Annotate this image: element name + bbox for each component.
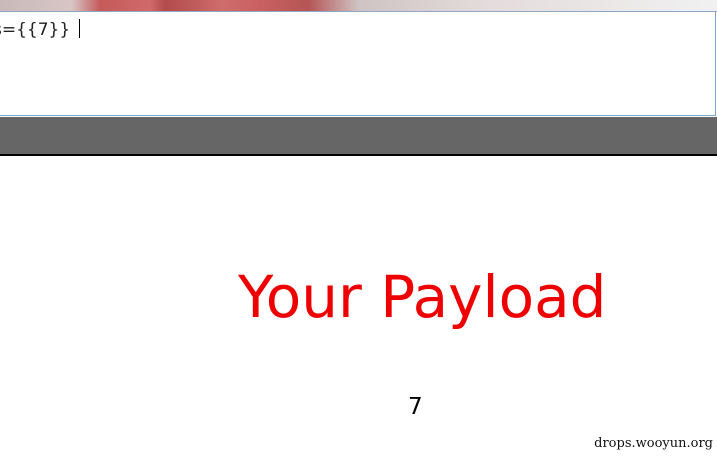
header-background-image bbox=[0, 0, 717, 12]
result-title: Your Payload bbox=[238, 263, 607, 331]
page: s={{7}} Your Payload 7 drops.wooyun.org bbox=[0, 0, 717, 457]
divider bbox=[0, 154, 717, 156]
payload-textarea[interactable]: s={{7}} bbox=[0, 12, 716, 116]
payload-text: s={{7}} bbox=[0, 20, 71, 40]
watermark: drops.wooyun.org bbox=[594, 436, 713, 451]
result-value: 7 bbox=[408, 394, 423, 420]
toolbar-bar bbox=[0, 117, 717, 155]
text-caret bbox=[79, 19, 81, 38]
